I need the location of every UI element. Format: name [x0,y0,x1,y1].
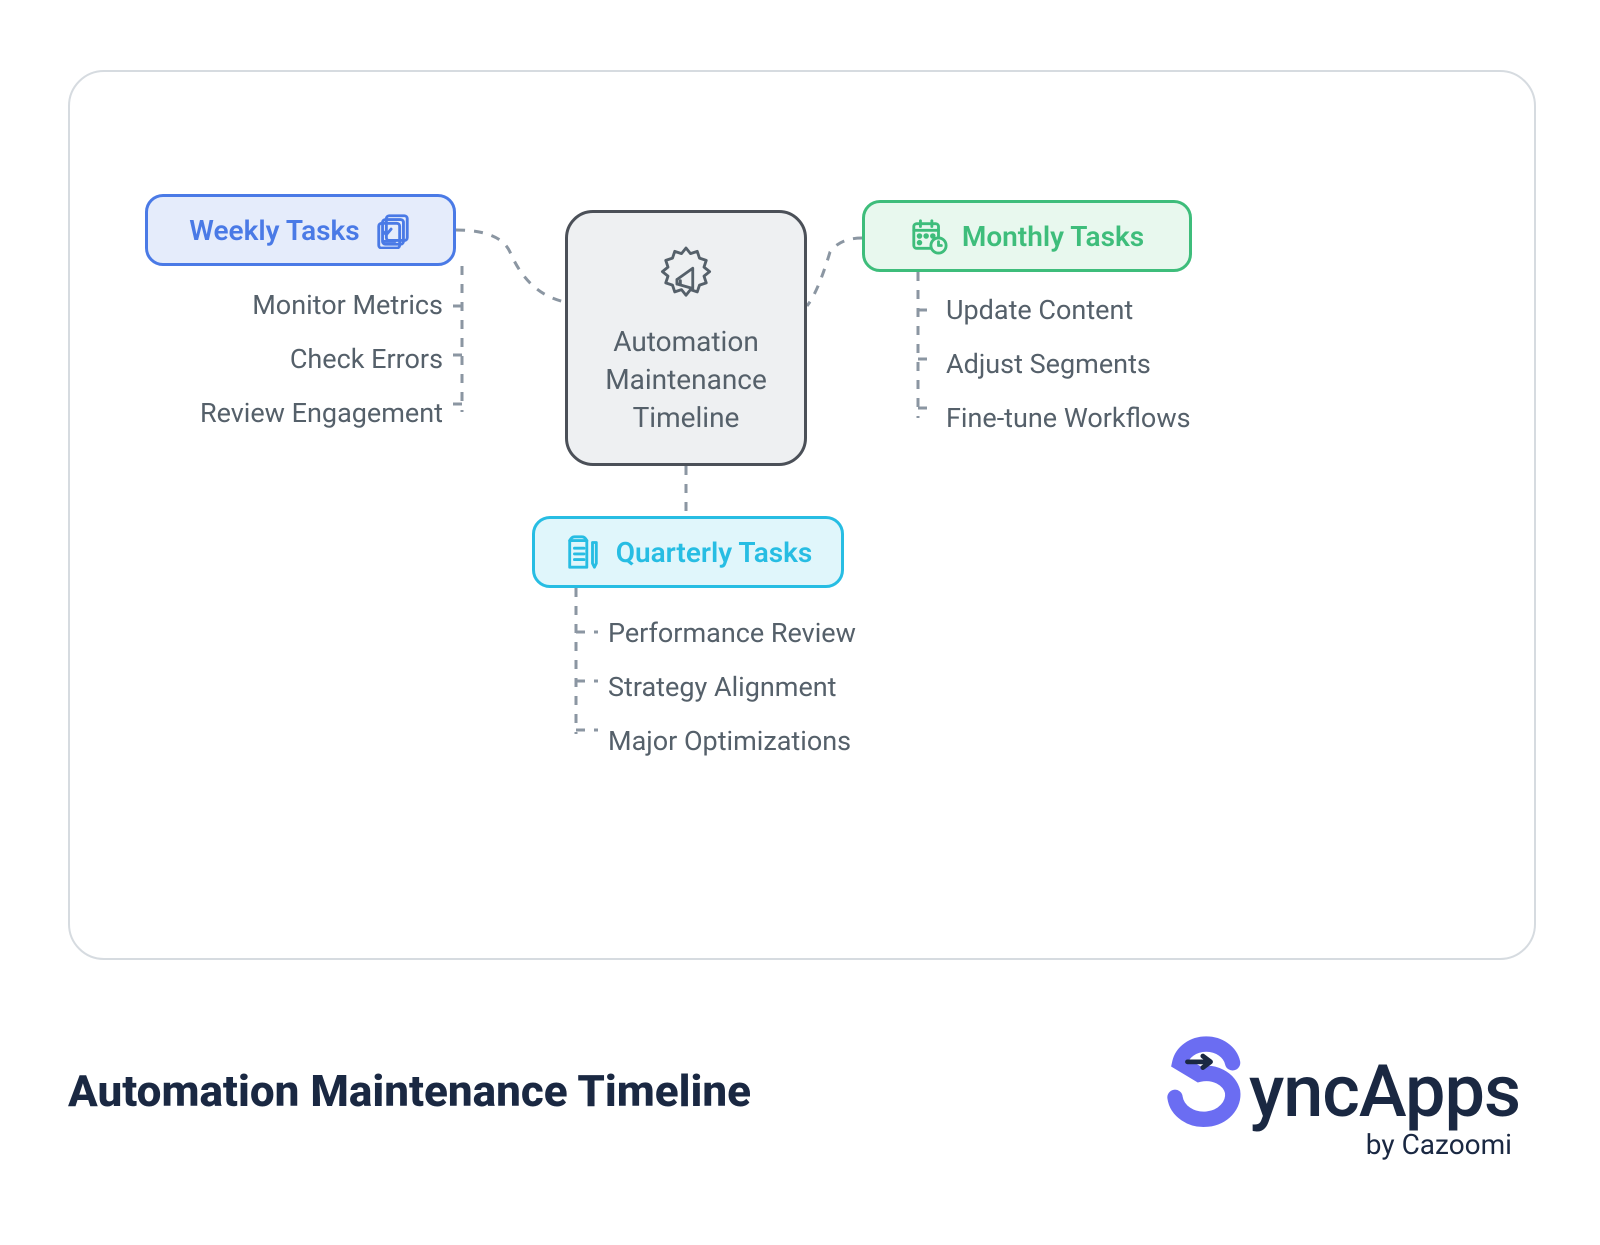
monthly-task-item: Update Content [946,294,1366,326]
monthly-tasks-label: Monthly Tasks [962,220,1144,253]
calendar-clock-icon [910,217,948,255]
page-title: Automation Maintenance Timeline [68,1065,751,1117]
weekly-tasks-label: Weekly Tasks [189,214,359,247]
gear-megaphone-icon [650,239,722,311]
logo-byline: by Cazoomi [1366,1128,1512,1161]
center-node: AutomationMaintenanceTimeline [565,210,807,466]
monthly-task-item: Adjust Segments [946,348,1366,380]
document-pen-icon [564,533,602,571]
weekly-task-item: Review Engagement [104,397,443,429]
s-mark-icon [1151,1034,1247,1130]
quarterly-tasks-node: Quarterly Tasks [532,516,844,588]
checklist-stack-icon [374,211,412,249]
weekly-task-list: Monitor Metrics Check Errors Review Enga… [104,289,443,429]
center-label: AutomationMaintenanceTimeline [605,323,767,436]
quarterly-task-list: Performance Review Strategy Alignment Ma… [608,617,1008,757]
monthly-task-list: Update Content Adjust Segments Fine-tune… [946,294,1366,434]
quarterly-task-item: Performance Review [608,617,1008,649]
weekly-task-item: Monitor Metrics [104,289,443,321]
syncapps-logo: yncApps by Cazoomi [1040,1020,1520,1150]
monthly-task-item: Fine-tune Workflows [946,402,1366,434]
diagram-frame: AutomationMaintenanceTimeline Weekly Tas… [68,70,1536,960]
monthly-tasks-node: Monthly Tasks [862,200,1192,272]
weekly-tasks-node: Weekly Tasks [145,194,456,266]
quarterly-task-item: Major Optimizations [608,725,1008,757]
quarterly-tasks-label: Quarterly Tasks [616,536,813,569]
quarterly-task-item: Strategy Alignment [608,671,1008,703]
weekly-task-item: Check Errors [104,343,443,375]
logo-text: yncApps [1249,1049,1520,1134]
